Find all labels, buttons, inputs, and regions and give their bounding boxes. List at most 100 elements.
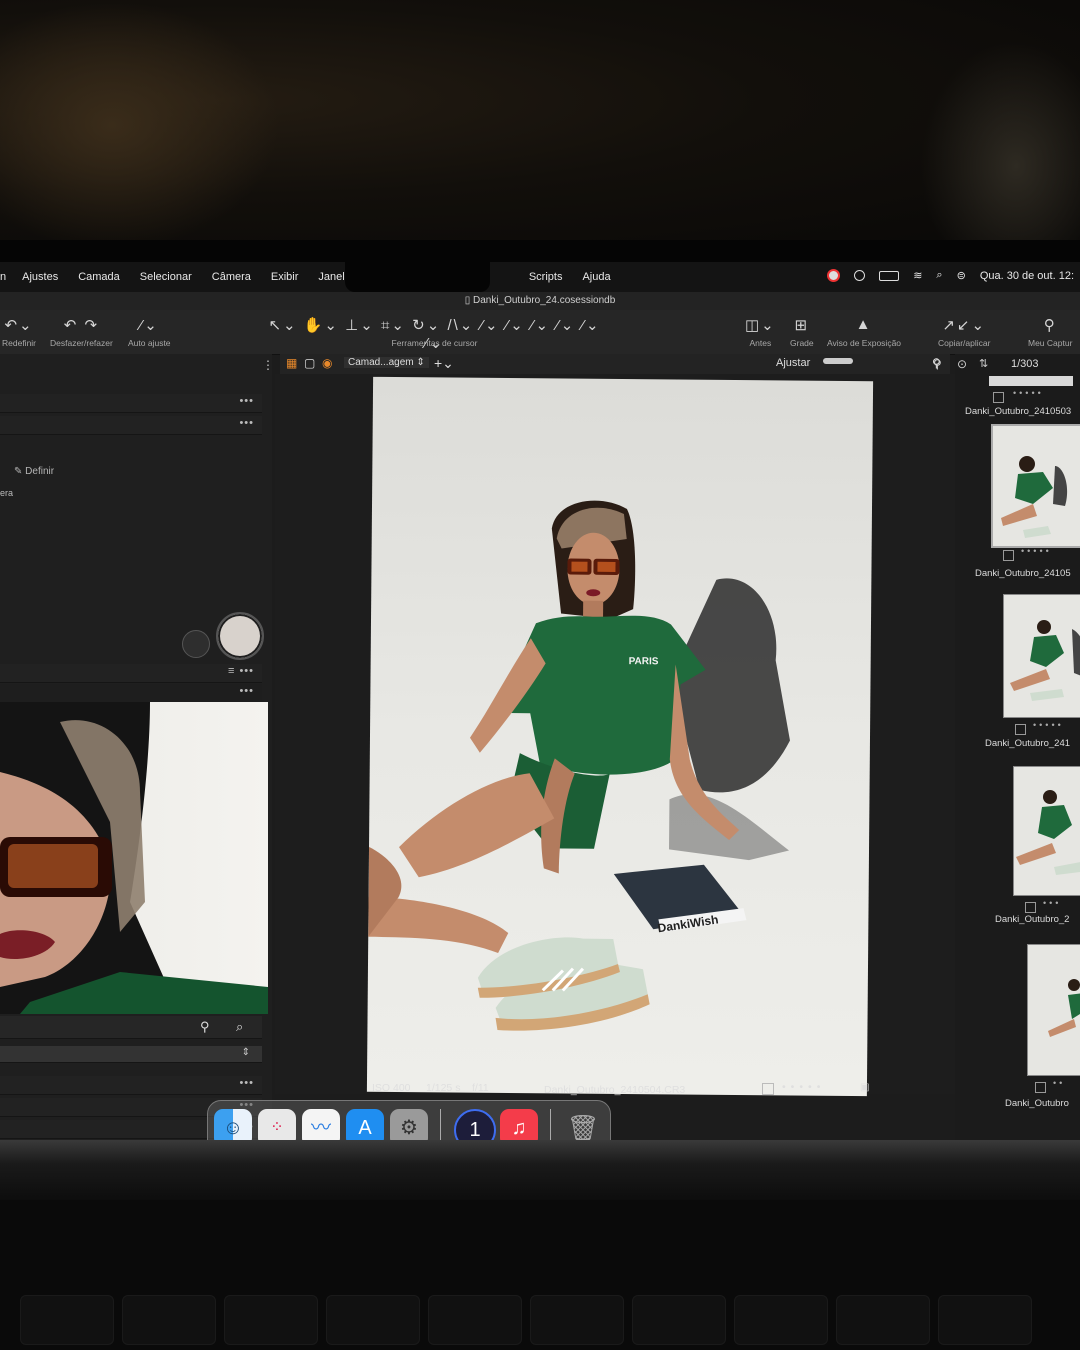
define-button[interactable]: ✎ Definir xyxy=(14,466,54,477)
panel-row[interactable]: ••• xyxy=(0,1076,262,1095)
cursor-tools[interactable]: ↖⌄ ✋⌄ ⊥⌄ ⌗⌄ ↻⌄ /\⌄ ⁄⌄ ⁄⌄ ⁄⌄ ⁄⌄ ⁄⌄ ⁄⌄ Fer… xyxy=(262,316,607,352)
video-icon[interactable] xyxy=(182,630,210,658)
auto-adjust-label: Auto ajuste xyxy=(128,338,171,348)
undo-redo-tool[interactable]: ↶ ↷ Desfazer/refazer xyxy=(50,316,113,348)
more-icon[interactable]: ••• xyxy=(239,1077,254,1089)
search-icon[interactable]: ⚲ xyxy=(933,357,942,371)
zoom-icon[interactable]: ⚲ xyxy=(200,1019,210,1035)
filmstrip-thumb[interactable] xyxy=(991,424,1080,548)
sort-icon[interactable]: ⇅ xyxy=(979,357,988,370)
select-checkbox[interactable] xyxy=(993,392,1004,403)
search-icon[interactable]: ⌕ xyxy=(936,269,942,282)
thumb-image xyxy=(1004,595,1080,717)
keyboard-key xyxy=(428,1295,522,1345)
layer-select-value: Camad...agem xyxy=(348,357,414,368)
panel-row[interactable]: ••• xyxy=(0,684,262,703)
clock[interactable]: Qua. 30 de out. 12: xyxy=(980,270,1074,282)
select-checkbox[interactable] xyxy=(1025,902,1036,913)
layer-select[interactable]: Camad...agem ⇕ xyxy=(344,357,429,368)
filmstrip-thumb[interactable] xyxy=(1003,594,1080,718)
settings-icon[interactable]: ⚙ xyxy=(390,1109,428,1140)
more-icon[interactable]: ••• xyxy=(239,417,254,429)
zoom-slider[interactable] xyxy=(823,358,853,364)
auto-adjust-tool[interactable]: ⁄⌄ Auto ajuste xyxy=(128,316,171,348)
select-checkbox[interactable] xyxy=(1035,1082,1046,1093)
menu-item-ajustes[interactable]: Ajustes xyxy=(22,271,58,283)
main-photo-image: PARIS DankiWish xyxy=(368,500,790,1031)
overlay-icon[interactable]: ◉ xyxy=(322,356,332,370)
more-icon[interactable]: ≡ ••• xyxy=(228,665,254,677)
thumb-image xyxy=(1028,945,1080,1075)
battery-icon[interactable] xyxy=(879,270,900,281)
background-blob xyxy=(0,0,280,250)
capture-button[interactable] xyxy=(216,612,264,660)
my-capture-tool[interactable]: ⚲ Meu Captur xyxy=(1028,316,1072,348)
filmstrip-thumb[interactable] xyxy=(1027,944,1080,1076)
picker-icon: ✎ xyxy=(14,466,23,477)
focus-preview-image xyxy=(0,702,268,1014)
thumb-strip-top[interactable] xyxy=(989,376,1073,386)
select-checkbox[interactable] xyxy=(762,1083,774,1095)
main-photo[interactable]: PARIS DankiWish xyxy=(366,376,874,1097)
rating-stars: •• xyxy=(1053,1078,1066,1088)
aperture-value: f/11 xyxy=(472,1082,489,1094)
panel-row[interactable]: ••• xyxy=(0,416,262,435)
menu-item-camada[interactable]: Camada xyxy=(78,271,120,283)
menu-item-scripts[interactable]: Scripts xyxy=(529,271,563,283)
dock: ☺ ⁘ 〰 A ⚙ 1 ♫ 🗑 xyxy=(207,1100,611,1140)
select-checkbox[interactable] xyxy=(1015,724,1026,735)
image-info-bar: ISO 400 1/125 s f/11 Danki_Outubro_24105… xyxy=(372,1080,882,1098)
grid-tool[interactable]: ⊞ Grade xyxy=(790,316,814,348)
color-tag-icon[interactable]: ▣ xyxy=(860,1082,869,1093)
reset-tool[interactable]: ↶⌄ Redefinir xyxy=(2,316,36,348)
play-icon[interactable] xyxy=(854,270,866,281)
panel-row[interactable]: ••• xyxy=(0,394,262,413)
before-tool[interactable]: ◫⌄ Antes xyxy=(745,316,776,348)
thumb-label: Danki_Outubro_241 xyxy=(985,738,1071,749)
menu-item-selecionar[interactable]: Selecionar xyxy=(140,271,192,283)
layout-icon[interactable]: ▦ xyxy=(286,356,297,370)
launchpad-icon[interactable]: ⁘ xyxy=(258,1109,296,1140)
menu-item-exibir[interactable]: Exibir xyxy=(271,271,299,283)
app-store-icon[interactable]: A xyxy=(346,1109,384,1140)
stepper-icon[interactable]: ⇕ xyxy=(242,1047,250,1058)
panel-row[interactable]: ≡ ••• xyxy=(0,664,262,683)
cursor-tools-icons: ↖⌄ ✋⌄ ⊥⌄ ⌗⌄ ↻⌄ /\⌄ ⁄⌄ ⁄⌄ ⁄⌄ ⁄⌄ ⁄⌄ ⁄⌄ xyxy=(268,317,601,352)
add-layer-icon[interactable]: +⌄ xyxy=(434,355,454,372)
single-view-icon[interactable]: ▢ xyxy=(304,356,315,370)
menu-item-partial[interactable]: n xyxy=(0,271,6,283)
thumb-label: Danki_Outubro_24105 xyxy=(975,568,1071,579)
copy-apply-tool[interactable]: ↗↙⌄ Copiar/aplicar xyxy=(938,316,990,348)
wifi-icon[interactable]: ≋ xyxy=(913,269,922,282)
finder-icon[interactable]: ☺ xyxy=(214,1109,252,1140)
trash-icon[interactable]: 🗑 xyxy=(564,1109,602,1140)
keyboard-key xyxy=(326,1295,420,1345)
fit-label[interactable]: Ajustar xyxy=(776,357,810,369)
select-checkbox[interactable] xyxy=(1003,550,1014,561)
more-icon[interactable]: ••• xyxy=(239,395,254,407)
music-icon[interactable]: ♫ xyxy=(500,1109,538,1140)
reset-label: Redefinir xyxy=(2,338,37,348)
dropdown-row[interactable]: ⇕ xyxy=(0,1046,262,1063)
filmstrip-thumb[interactable] xyxy=(1013,766,1080,896)
shutter-value: 1/125 s xyxy=(426,1082,461,1094)
more-icon[interactable]: ••• xyxy=(239,685,254,697)
define-label: Definir xyxy=(25,466,55,477)
search-icon[interactable]: ⌕ xyxy=(236,1019,243,1035)
panel-menu-icon[interactable]: ⋮ xyxy=(262,358,274,372)
filmstrip-panel: ⊙ ⇅ 1/303 ⚲ ••••• Danki_Outubro_2410503 … xyxy=(933,354,1080,1140)
file-name: Danki_Outubro_2410504.CR3 xyxy=(544,1084,686,1096)
freeform-icon[interactable]: 〰 xyxy=(302,1109,340,1140)
control-center-icon[interactable]: ⊜ xyxy=(957,269,966,282)
preview-icon[interactable]: ⊙ xyxy=(957,357,967,371)
rating-stars[interactable]: ••••• xyxy=(782,1081,825,1093)
exposure-warning-tool[interactable]: ▲ Aviso de Exposição xyxy=(827,316,901,348)
exposure-warning-label: Aviso de Exposição xyxy=(827,338,902,348)
camera-select-partial[interactable]: era xyxy=(0,488,13,498)
window-title-text: Danki_Outubro_24.cosessiondb xyxy=(472,295,616,306)
1password-icon[interactable]: 1 xyxy=(454,1109,496,1140)
menu-item-ajuda[interactable]: Ajuda xyxy=(582,271,610,283)
record-icon[interactable] xyxy=(827,269,841,282)
menu-item-camera[interactable]: Câmera xyxy=(212,271,251,283)
rating-stars: ••••• xyxy=(1013,388,1044,398)
